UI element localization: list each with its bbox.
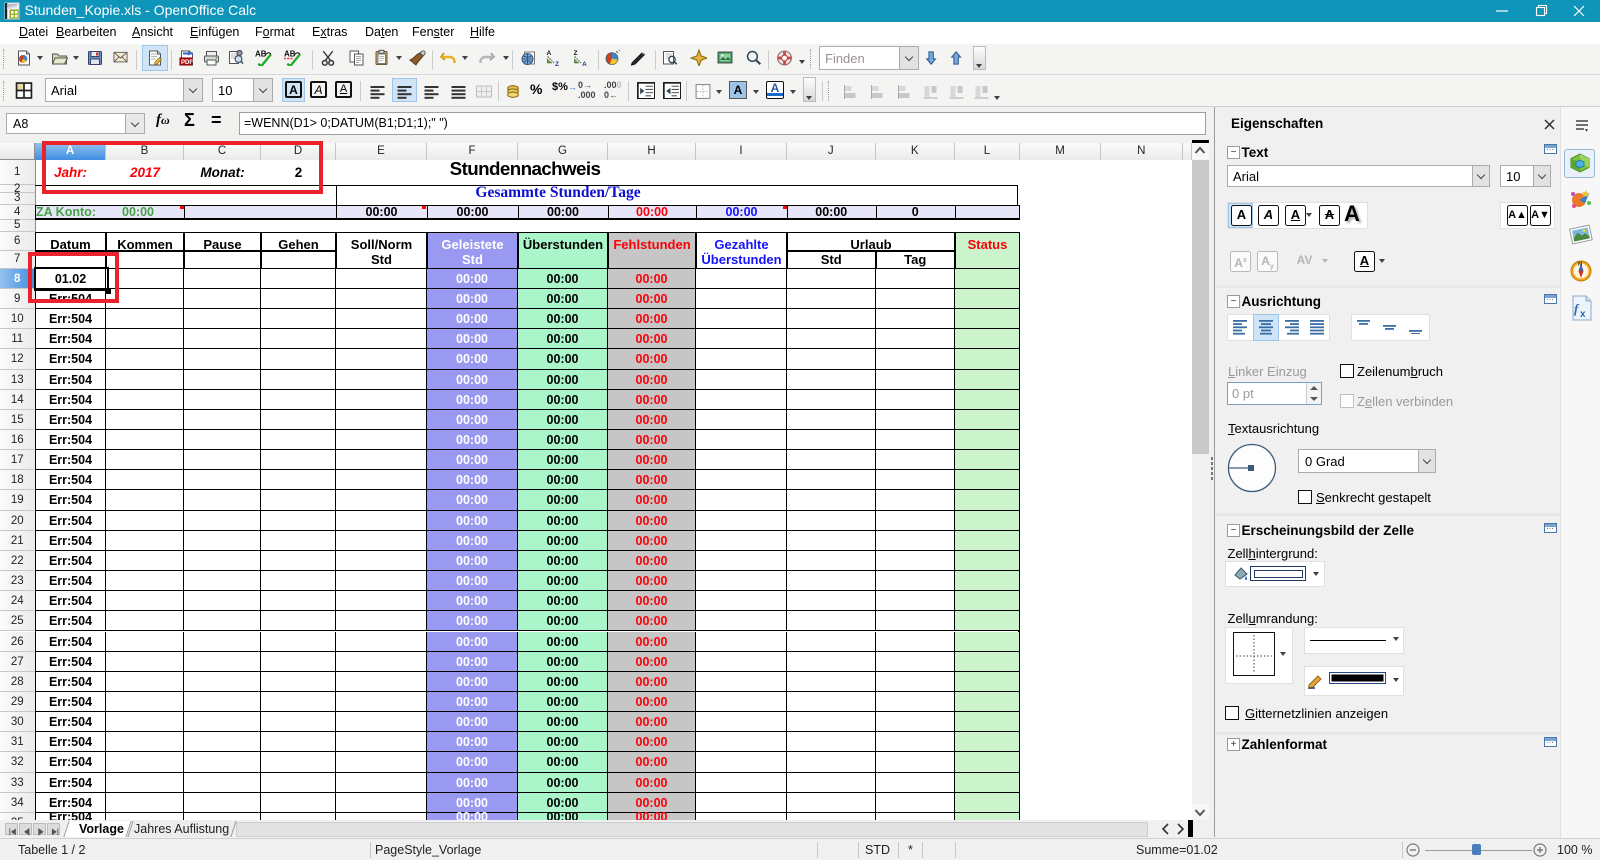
svg-text:Z: Z [555, 61, 559, 66]
svg-text:x: x [1580, 309, 1586, 320]
svg-text:AB: AB [255, 49, 267, 58]
svg-text:PDF: PDF [181, 60, 193, 66]
svg-text:A: A [582, 61, 587, 66]
svg-text:A: A [547, 50, 552, 57]
svg-text:Z: Z [574, 50, 578, 57]
svg-text:N: N [1578, 262, 1582, 268]
svg-text:AB: AB [284, 49, 296, 58]
